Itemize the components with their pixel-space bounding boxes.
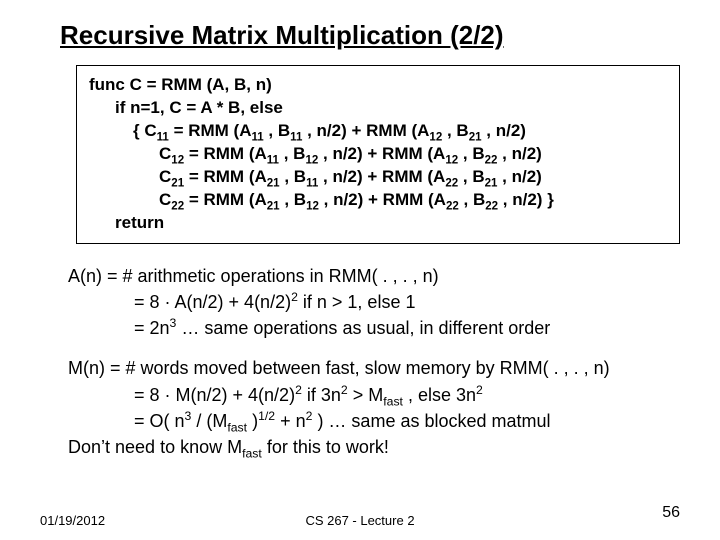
a-line-3: = 2n3 … same operations as usual, in dif… xyxy=(134,316,680,340)
slide-title: Recursive Matrix Multiplication (2/2) xyxy=(60,20,680,51)
m-line-3: = O( n3 / (Mfast )1/2 + n2 ) … same as b… xyxy=(134,409,680,433)
slide: Recursive Matrix Multiplication (2/2) fu… xyxy=(0,0,720,540)
m-line-2: = 8 · M(n/2) + 4(n/2)2 if 3n2 > Mfast , … xyxy=(134,383,680,407)
code-line-1: func C = RMM (A, B, n) xyxy=(89,74,667,97)
code-line-2: if n=1, C = A * B, else xyxy=(115,97,667,120)
code-line-6: C22 = RMM (A21 , B12 , n/2) + RMM (A22 ,… xyxy=(159,189,667,212)
footer-page-number: 56 xyxy=(662,504,680,522)
code-line-4: C12 = RMM (A11 , B12 , n/2) + RMM (A12 ,… xyxy=(159,143,667,166)
m-line-4: Don’t need to know Mfast for this to wor… xyxy=(68,435,680,459)
a-line-2: = 8 · A(n/2) + 4(n/2)2 if n > 1, else 1 xyxy=(134,290,680,314)
m-line-1: M(n) = # words moved between fast, slow … xyxy=(68,356,680,380)
algorithm-box: func C = RMM (A, B, n) if n=1, C = A * B… xyxy=(76,65,680,244)
a-line-1: A(n) = # arithmetic operations in RMM( .… xyxy=(68,264,680,288)
footer-center: CS 267 - Lecture 2 xyxy=(40,513,680,528)
code-line-3: { C11 = RMM (A11 , B11 , n/2) + RMM (A12… xyxy=(133,120,667,143)
code-line-return: return xyxy=(115,212,667,235)
analysis-block: A(n) = # arithmetic operations in RMM( .… xyxy=(68,264,680,460)
code-line-5: C21 = RMM (A21 , B11 , n/2) + RMM (A22 ,… xyxy=(159,166,667,189)
